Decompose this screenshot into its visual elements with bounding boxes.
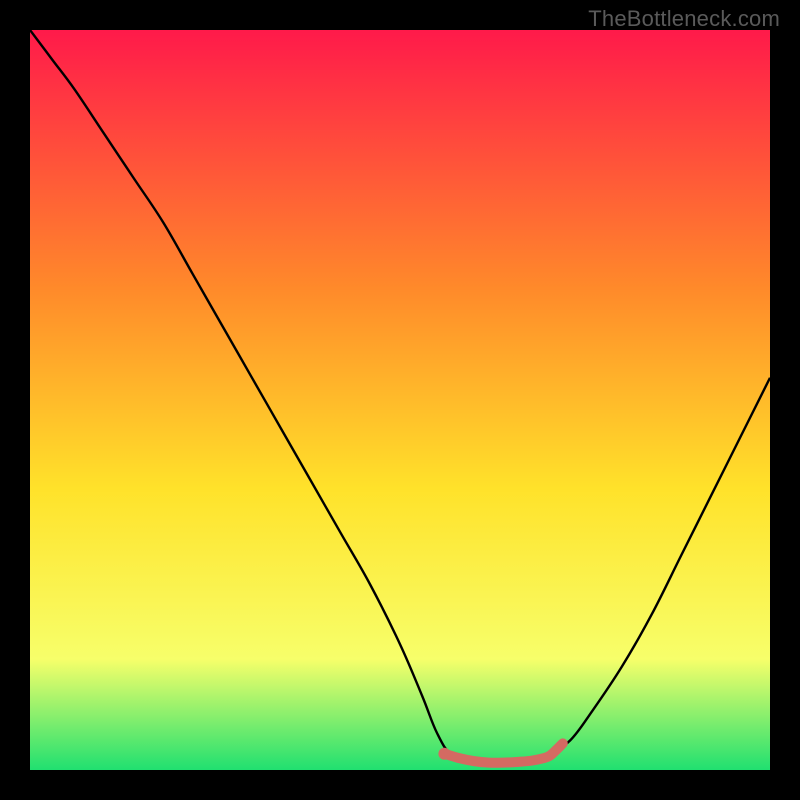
- chart-svg: [30, 30, 770, 770]
- watermark-text: TheBottleneck.com: [588, 6, 780, 32]
- gradient-background: [30, 30, 770, 770]
- chart-container: TheBottleneck.com: [0, 0, 800, 800]
- marker-dot: [438, 748, 450, 760]
- plot-area: [30, 30, 770, 770]
